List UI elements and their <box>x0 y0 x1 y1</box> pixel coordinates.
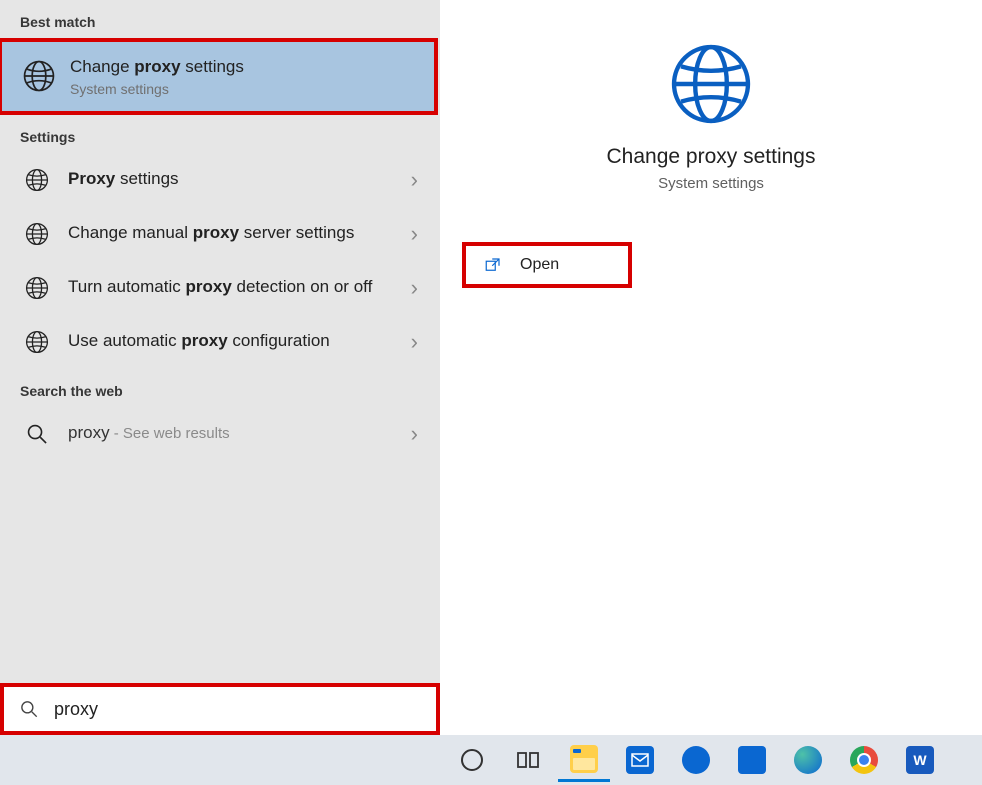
settings-result-0[interactable]: Proxy settings › <box>0 153 440 207</box>
globe-large-icon <box>667 40 755 131</box>
chevron-right-icon: › <box>405 221 424 247</box>
search-box[interactable] <box>0 683 440 735</box>
chevron-right-icon: › <box>405 329 424 355</box>
globe-icon <box>20 217 54 251</box>
globe-icon <box>20 325 54 359</box>
search-input[interactable] <box>54 699 422 720</box>
settings-result-3[interactable]: Use automatic proxy configuration › <box>0 315 440 369</box>
file-explorer-icon[interactable] <box>558 738 610 782</box>
best-match-result[interactable]: Change proxy settings System settings <box>0 38 438 115</box>
settings-result-2[interactable]: Turn automatic proxy detection on or off… <box>0 261 440 315</box>
search-icon <box>18 698 40 720</box>
globe-icon <box>22 59 56 93</box>
app1-icon[interactable] <box>670 738 722 782</box>
best-match-text: Change proxy settings System settings <box>70 56 418 97</box>
chevron-right-icon: › <box>405 167 424 193</box>
detail-title: Change proxy settings <box>607 145 816 169</box>
chrome-icon[interactable] <box>838 738 890 782</box>
open-button[interactable]: Open <box>462 242 632 288</box>
settings-result-1[interactable]: Change manual proxy server settings › <box>0 207 440 261</box>
detail-subtitle: System settings <box>658 175 764 192</box>
web-result[interactable]: proxy - See web results › <box>0 407 440 461</box>
taskbar: W <box>0 735 982 785</box>
globe-icon <box>20 271 54 305</box>
edge-icon[interactable] <box>782 738 834 782</box>
search-results-pane: Best match Change proxy settings System … <box>0 0 440 735</box>
cortana-icon[interactable] <box>446 738 498 782</box>
search-icon <box>20 417 54 451</box>
task-view-icon[interactable] <box>502 738 554 782</box>
chevron-right-icon: › <box>405 275 424 301</box>
globe-icon <box>20 163 54 197</box>
detail-pane: Change proxy settings System settings Op… <box>440 0 982 735</box>
app2-icon[interactable] <box>726 738 778 782</box>
settings-header: Settings <box>0 115 440 153</box>
chevron-right-icon: › <box>405 421 424 447</box>
open-icon <box>484 256 502 274</box>
best-match-header: Best match <box>0 0 440 38</box>
open-label: Open <box>520 256 559 274</box>
mail-icon[interactable] <box>614 738 666 782</box>
web-header: Search the web <box>0 369 440 407</box>
word-icon[interactable]: W <box>894 738 946 782</box>
